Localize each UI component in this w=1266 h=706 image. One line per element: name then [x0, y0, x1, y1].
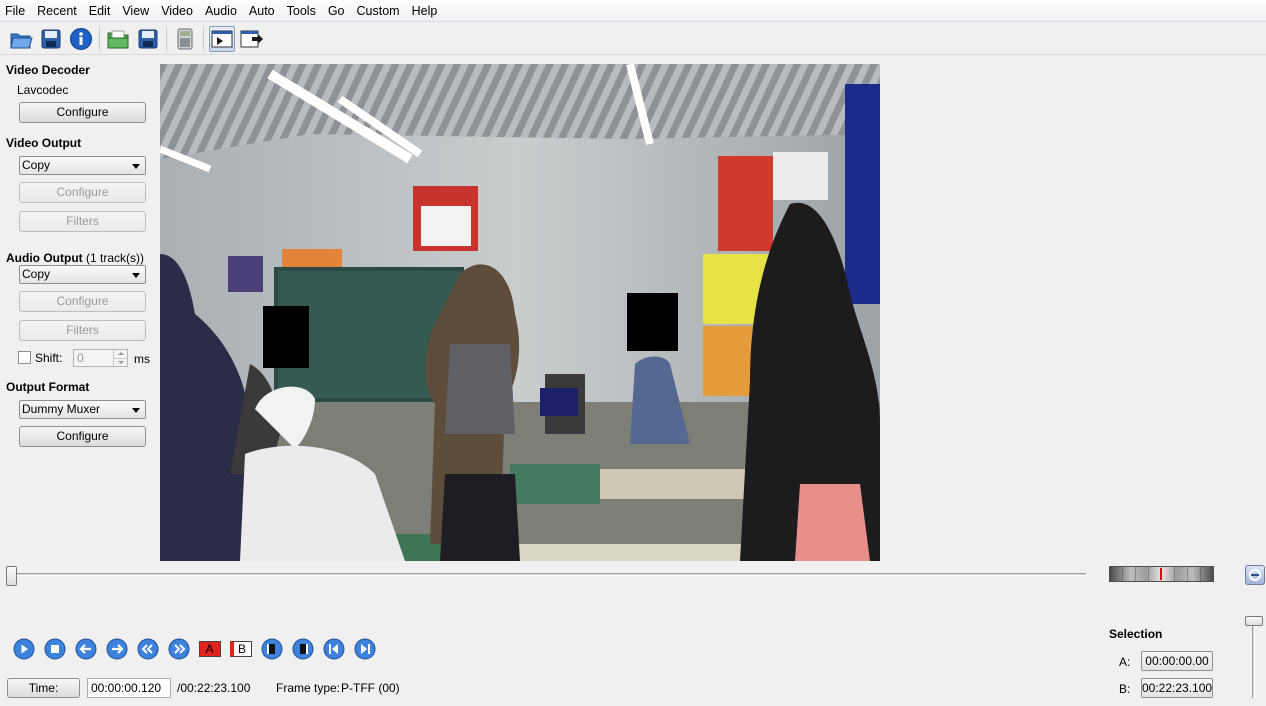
- menu-edit[interactable]: Edit: [83, 0, 117, 22]
- fast-forward-icon[interactable]: [163, 636, 194, 662]
- menu-file[interactable]: File: [0, 0, 31, 22]
- output-format-selected: Dummy Muxer: [22, 402, 101, 416]
- shift-checkbox[interactable]: [18, 351, 31, 364]
- spin-down-icon[interactable]: [113, 358, 127, 366]
- chevron-down-icon: [132, 164, 140, 169]
- save-video-icon[interactable]: [135, 26, 161, 52]
- audio-output-title-text: Audio Output: [6, 251, 83, 265]
- menu-video[interactable]: Video: [155, 0, 199, 22]
- blurred-face-mask: [263, 306, 309, 368]
- next-black-frame-icon[interactable]: [287, 636, 318, 662]
- open-folder-icon[interactable]: [105, 26, 131, 52]
- spin-up-icon[interactable]: [113, 350, 127, 358]
- output-preview-icon[interactable]: [239, 26, 265, 52]
- jog-shuttle[interactable]: [1109, 566, 1214, 582]
- shift-unit: ms: [134, 352, 150, 366]
- menu-auto[interactable]: Auto: [243, 0, 281, 22]
- selection-a-button[interactable]: 00:00:00.00: [1141, 651, 1213, 671]
- menu-recent[interactable]: Recent: [31, 0, 83, 22]
- jog-shuttle-marker: [1160, 568, 1162, 580]
- output-format-select[interactable]: Dummy Muxer: [19, 400, 146, 419]
- output-format-title: Output Format: [6, 380, 90, 394]
- video-output-configure-button[interactable]: Configure: [19, 182, 146, 203]
- volume-slider-handle[interactable]: [1245, 616, 1263, 626]
- marker-a-label: A: [198, 641, 221, 657]
- audio-output-tracks: (1 track(s)): [85, 251, 144, 265]
- last-frame-icon[interactable]: [349, 636, 380, 662]
- previous-frame-icon[interactable]: [70, 636, 101, 662]
- set-marker-a-icon[interactable]: A: [194, 636, 225, 662]
- info-icon[interactable]: [68, 26, 94, 52]
- video-frame-image: [160, 64, 880, 561]
- first-frame-icon[interactable]: [318, 636, 349, 662]
- volume-slider[interactable]: [1252, 620, 1255, 698]
- audio-output-select[interactable]: Copy: [19, 265, 146, 284]
- input-preview-icon[interactable]: [209, 25, 235, 52]
- video-output-select[interactable]: Copy: [19, 156, 146, 175]
- frame-type-value: P-TFF (00): [341, 681, 400, 695]
- selection-b-label: B:: [1119, 682, 1131, 696]
- toolbar-separator: [166, 26, 167, 51]
- video-decoder-configure-button[interactable]: Configure: [19, 102, 146, 123]
- video-output-title: Video Output: [6, 136, 82, 150]
- next-frame-icon[interactable]: [101, 636, 132, 662]
- menu-help[interactable]: Help: [406, 0, 444, 22]
- audio-output-title: Audio Output (1 track(s)): [6, 251, 144, 265]
- shift-spinbox[interactable]: 0: [73, 349, 128, 367]
- total-time: /00:22:23.100: [177, 681, 251, 695]
- toolbar: [0, 23, 1266, 55]
- transport-controls: A B: [8, 636, 380, 662]
- video-preview: [160, 64, 880, 561]
- toolbar-separator: [203, 26, 204, 51]
- seek-slider-handle[interactable]: [6, 566, 17, 586]
- calculator-icon[interactable]: [172, 26, 198, 52]
- selection-b-button[interactable]: 00:22:23.100: [1141, 678, 1213, 698]
- menu-go[interactable]: Go: [322, 0, 351, 22]
- volume-icon[interactable]: [1245, 565, 1265, 585]
- stop-icon[interactable]: [39, 636, 70, 662]
- open-icon[interactable]: [8, 26, 34, 52]
- save-icon[interactable]: [38, 26, 64, 52]
- rewind-icon[interactable]: [132, 636, 163, 662]
- menu-view[interactable]: View: [116, 0, 155, 22]
- chevron-down-icon: [132, 273, 140, 278]
- menu-audio[interactable]: Audio: [199, 0, 243, 22]
- audio-output-filters-button[interactable]: Filters: [19, 320, 146, 341]
- marker-b-label: B: [229, 641, 252, 657]
- audio-output-configure-button[interactable]: Configure: [19, 291, 146, 312]
- chevron-down-icon: [132, 408, 140, 413]
- audio-output-selected: Copy: [22, 267, 51, 281]
- current-time-input[interactable]: 00:00:00.120: [87, 678, 171, 698]
- toolbar-separator: [99, 26, 100, 51]
- menu-tools[interactable]: Tools: [281, 0, 322, 22]
- play-icon[interactable]: [8, 636, 39, 662]
- video-output-selected: Copy: [22, 158, 51, 172]
- video-decoder-codec: Lavcodec: [17, 83, 69, 97]
- menu-custom[interactable]: Custom: [351, 0, 406, 22]
- selection-a-label: A:: [1119, 655, 1131, 669]
- set-marker-b-icon[interactable]: B: [225, 636, 256, 662]
- output-format-configure-button[interactable]: Configure: [19, 426, 146, 447]
- time-button[interactable]: Time:: [7, 678, 80, 698]
- menu-bar: File Recent Edit View Video Audio Auto T…: [0, 0, 1266, 22]
- seek-slider[interactable]: [8, 573, 1086, 576]
- video-decoder-title: Video Decoder: [6, 63, 90, 77]
- shift-label: Shift:: [35, 351, 63, 365]
- blurred-face-mask: [627, 293, 678, 351]
- shift-value: 0: [77, 351, 84, 365]
- frame-type-label: Frame type:: [276, 681, 341, 695]
- selection-title: Selection: [1109, 627, 1163, 641]
- previous-black-frame-icon[interactable]: [256, 636, 287, 662]
- video-output-filters-button[interactable]: Filters: [19, 211, 146, 232]
